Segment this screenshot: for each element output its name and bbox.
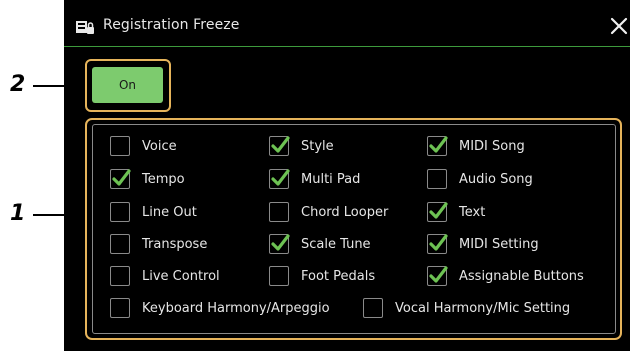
checkmark-icon [429, 234, 448, 251]
option-label: Audio Song [459, 171, 533, 187]
checkbox-checked[interactable] [269, 169, 290, 189]
option-multi-pad[interactable]: Multi Pad [269, 168, 360, 190]
callout-2: 2 [10, 72, 26, 97]
registration-freeze-dialog: Registration Freeze On Voice Style MIDI So… [64, 0, 630, 351]
checkbox-checked[interactable] [427, 234, 448, 254]
checkmark-icon [271, 234, 290, 251]
checkbox-unchecked[interactable] [110, 234, 130, 254]
option-assignable-buttons[interactable]: Assignable Buttons [427, 265, 584, 287]
option-label: Scale Tune [301, 236, 371, 252]
checkbox-unchecked[interactable] [110, 136, 130, 156]
on-toggle-button[interactable]: On [92, 67, 163, 103]
option-label: Style [301, 138, 334, 154]
option-tempo[interactable]: Tempo [110, 168, 185, 190]
option-live-control[interactable]: Live Control [110, 265, 220, 287]
option-vocal-harmony[interactable]: Vocal Harmony/Mic Setting [363, 297, 570, 319]
checkmark-icon [271, 169, 290, 186]
option-label: Voice [142, 138, 177, 154]
checkbox-unchecked[interactable] [269, 266, 289, 286]
close-icon[interactable] [608, 15, 630, 37]
option-label: Keyboard Harmony/Arpeggio [142, 300, 330, 316]
option-label: Chord Looper [301, 204, 389, 220]
option-text[interactable]: Text [427, 201, 485, 223]
option-transpose[interactable]: Transpose [110, 233, 207, 255]
option-label: Foot Pedals [301, 268, 376, 284]
checkbox-unchecked[interactable] [110, 202, 130, 222]
option-label: Line Out [142, 204, 197, 220]
checkbox-checked[interactable] [269, 234, 290, 254]
dialog-title: Registration Freeze [103, 17, 240, 33]
checkbox-checked[interactable] [269, 136, 290, 156]
option-label: Vocal Harmony/Mic Setting [395, 300, 571, 316]
option-foot-pedals[interactable]: Foot Pedals [269, 265, 375, 287]
option-label: MIDI Song [459, 138, 525, 154]
option-midi-song[interactable]: MIDI Song [427, 135, 525, 157]
option-label: Multi Pad [301, 171, 361, 187]
checkmark-icon [429, 136, 448, 153]
option-midi-setting[interactable]: MIDI Setting [427, 233, 539, 255]
option-style[interactable]: Style [269, 135, 334, 157]
checkbox-unchecked[interactable] [427, 169, 447, 189]
checkbox-checked[interactable] [427, 202, 448, 222]
option-label: Transpose [142, 236, 208, 252]
option-label: Text [459, 204, 486, 220]
option-line-out[interactable]: Line Out [110, 201, 197, 223]
checkbox-unchecked[interactable] [363, 298, 383, 318]
option-scale-tune[interactable]: Scale Tune [269, 233, 371, 255]
callout-1: 1 [10, 201, 26, 226]
registration-lock-icon [75, 18, 95, 36]
checkbox-unchecked[interactable] [269, 202, 289, 222]
checkmark-icon [271, 136, 290, 153]
option-audio-song[interactable]: Audio Song [427, 168, 533, 190]
checkbox-unchecked[interactable] [110, 266, 130, 286]
option-label: MIDI Setting [459, 236, 539, 252]
checkmark-icon [429, 266, 448, 283]
checkbox-checked[interactable] [427, 136, 448, 156]
option-label: Live Control [142, 268, 220, 284]
checkbox-checked[interactable] [110, 169, 131, 189]
option-voice[interactable]: Voice [110, 135, 177, 157]
checkmark-icon [429, 202, 448, 219]
option-chord-looper[interactable]: Chord Looper [269, 201, 388, 223]
option-keyboard-harmony[interactable]: Keyboard Harmony/Arpeggio [110, 297, 330, 319]
dialog-titlebar: Registration Freeze [64, 0, 630, 50]
checkbox-checked[interactable] [427, 266, 448, 286]
checkmark-icon [112, 169, 131, 186]
checkbox-unchecked[interactable] [110, 298, 130, 318]
freeze-options-panel: Voice Style MIDI Song Tempo Multi Pad Audio S… [92, 124, 616, 334]
option-label: Assignable Buttons [459, 268, 584, 284]
option-label: Tempo [142, 171, 185, 187]
title-divider [64, 46, 630, 47]
